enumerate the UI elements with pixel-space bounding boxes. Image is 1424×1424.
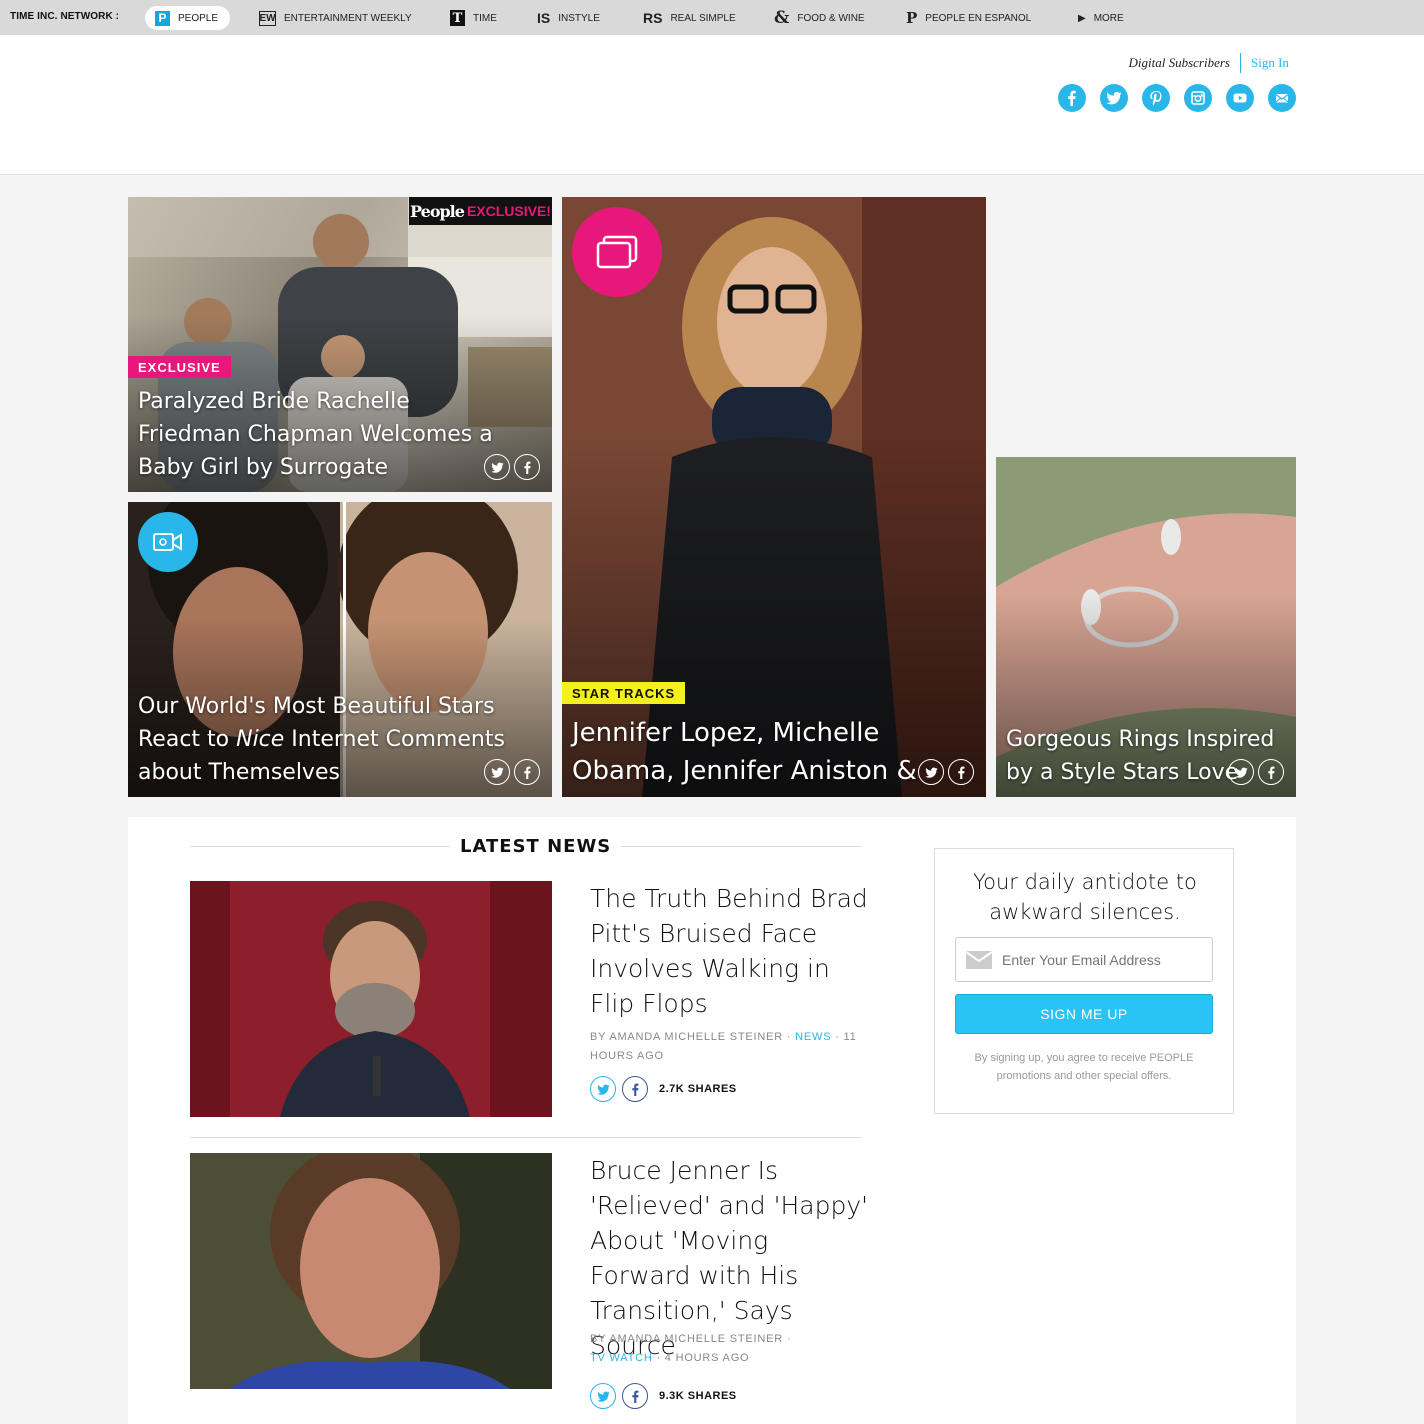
byline-time: · 4 HOURS AGO [656,1352,750,1364]
network-item-label: PEOPLE [178,12,219,24]
newsletter-box: Your daily antidote to awkward silences.… [934,848,1234,1114]
people-brand-mark: People [410,201,465,221]
facebook-share-icon[interactable] [1258,759,1284,785]
sign-me-up-button[interactable]: SIGN ME UP [955,994,1213,1034]
network-label: TIME INC. NETWORK : [10,11,120,22]
exclusive-badge-text: EXCLUSIVE! [466,203,551,219]
instyle-logo-icon: IS [537,10,551,26]
email-field[interactable] [955,937,1213,982]
people-logo-icon: P [155,10,170,26]
peopleenespanol-logo-icon: P [906,9,918,27]
email-icon[interactable] [1268,84,1296,112]
facebook-share-icon[interactable] [514,759,540,785]
email-input[interactable] [1002,951,1202,968]
youtube-icon[interactable] [1226,84,1254,112]
foodwine-logo-icon: & [774,8,790,28]
network-item-label: ENTERTAINMENT WEEKLY [284,12,412,24]
story-byline: BY AMANDA MICHELLE STEINER · TV WATCH · … [590,1330,860,1368]
story-photo [190,1153,552,1389]
story-image-brad-pitt[interactable] [190,881,552,1117]
network-item-label: INSTYLE [558,12,600,24]
share-count: 2.7K SHARES [659,1083,737,1095]
play-arrow-icon: ▶ [1078,12,1086,24]
byline-author: BY AMANDA MICHELLE STEINER · [590,1031,792,1043]
latest-news-panel: LATEST NEWS The Truth Behind Brad Pitt's… [128,817,1296,1424]
hero-headline[interactable]: Our World's Most Beautiful Stars React t… [138,690,508,789]
facebook-share-icon[interactable] [514,454,540,480]
share-buttons [484,759,540,785]
facebook-share-icon[interactable] [622,1383,648,1409]
story-share-row: 2.7K SHARES [590,1076,737,1102]
newsletter-title: Your daily antidote to awkward silences. [973,870,1197,924]
tag-exclusive: EXCLUSIVE [128,356,231,378]
tag-star-tracks: STAR TRACKS [562,682,686,704]
story-image-bruce-jenner[interactable] [190,1153,552,1389]
realsimple-logo-icon: RS [643,10,663,26]
video-camera-icon [138,512,198,572]
sign-in-link[interactable]: Sign In [1251,55,1289,71]
hero-tile-beautiful[interactable]: Our World's Most Beautiful Stars React t… [128,502,552,797]
twitter-share-icon[interactable] [590,1383,616,1409]
byline-category-link[interactable]: TV WATCH [590,1352,653,1364]
header-divider [1240,53,1241,73]
twitter-share-icon[interactable] [918,759,944,785]
story-share-row: 9.3K SHARES [590,1383,737,1409]
digital-subscribers-link[interactable]: Digital Subscribers [1129,55,1230,71]
twitter-share-icon[interactable] [484,454,510,480]
byline-author: BY AMANDA MICHELLE STEINER · [590,1333,792,1345]
network-item-peopleenespanol[interactable]: P PEOPLE EN ESPANOL [906,6,1031,30]
instagram-icon[interactable] [1184,84,1212,112]
hero-tile-baby[interactable]: People EXCLUSIVE! EXCLUSIVE Paralyzed Br… [128,197,552,492]
twitter-share-icon[interactable] [1228,759,1254,785]
share-buttons [1228,759,1284,785]
story-headline[interactable]: The Truth Behind Brad Pitt's Bruised Fac… [590,881,870,1021]
site-header: Digital Subscribers Sign In [0,35,1424,175]
facebook-share-icon[interactable] [622,1076,648,1102]
gallery-icon [572,207,662,297]
network-item-label: MORE [1093,12,1124,24]
hero-tile-rings[interactable]: Gorgeous Rings Inspired by a Style Stars… [996,457,1296,797]
time-logo-icon: T [450,10,465,26]
story-photo [190,881,552,1117]
network-item-ew[interactable]: EW ENTERTAINMENT WEEKLY [259,6,412,30]
facebook-icon[interactable] [1058,84,1086,112]
people-exclusive-badge: People EXCLUSIVE! [409,197,552,225]
byline-category-link[interactable]: NEWS [795,1031,831,1043]
story-divider [190,1137,862,1138]
network-bar: TIME INC. NETWORK : P PEOPLE EW ENTERTAI… [0,0,1424,35]
twitter-share-icon[interactable] [484,759,510,785]
envelope-icon [966,950,992,969]
latest-news-heading: LATEST NEWS [450,836,622,857]
network-item-more[interactable]: ▶ MORE [1078,6,1124,30]
story-byline: BY AMANDA MICHELLE STEINER · NEWS · 11 H… [590,1028,860,1066]
network-item-label: PEOPLE EN ESPANOL [925,12,1032,24]
share-buttons [484,454,540,480]
share-count: 9.3K SHARES [659,1390,737,1402]
headline-emphasis: Nice [236,727,285,752]
network-item-label: FOOD & WINE [797,12,865,24]
hero-headline[interactable]: Paralyzed Bride Rachelle Friedman Chapma… [138,385,508,484]
hero-headline[interactable]: Jennifer Lopez, Michelle Obama, Jennifer… [572,714,972,797]
network-item-time[interactable]: T TIME [450,6,497,30]
network-item-realsimple[interactable]: RS REAL SIMPLE [643,6,736,30]
share-buttons [918,759,974,785]
facebook-share-icon[interactable] [948,759,974,785]
newsletter-legal-text: By signing up, you agree to receive PEOP… [974,1052,1194,1082]
network-item-label: TIME [473,12,497,24]
network-item-instyle[interactable]: IS INSTYLE [537,6,600,30]
network-item-foodwine[interactable]: & FOOD & WINE [774,6,865,30]
ew-logo-icon: EW [259,10,276,26]
hero-tile-star-tracks[interactable]: STAR TRACKS Jennifer Lopez, Michelle Oba… [562,197,986,797]
pinterest-icon[interactable] [1142,84,1170,112]
twitter-icon[interactable] [1100,84,1128,112]
network-item-people[interactable]: P PEOPLE [145,6,231,30]
twitter-share-icon[interactable] [590,1076,616,1102]
network-item-label: REAL SIMPLE [670,12,736,24]
